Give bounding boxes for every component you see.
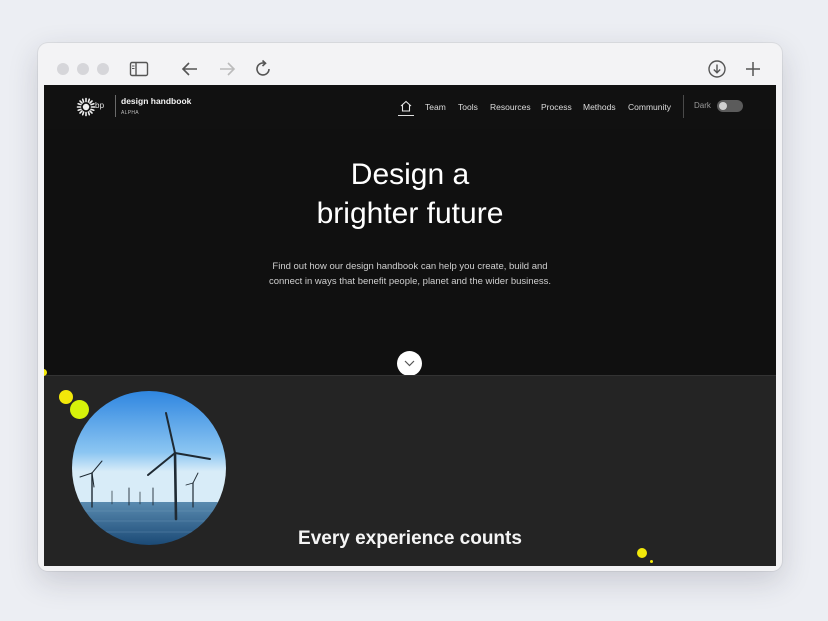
scroll-down-button[interactable] — [397, 351, 422, 376]
hero-section: Design a brighter future Find out how ou… — [44, 129, 776, 376]
wind-turbine-image — [72, 391, 226, 545]
brand-subtitle: ALPHA — [121, 110, 139, 116]
window-zoom-dot[interactable] — [97, 63, 109, 75]
new-tab-plus-icon[interactable] — [741, 57, 765, 81]
hero-title: Design a brighter future — [44, 155, 776, 233]
hero-subtitle: Find out how our design handbook can hel… — [44, 259, 776, 289]
accent-dot — [70, 400, 89, 419]
download-icon[interactable] — [705, 57, 729, 81]
hero-title-line-2: brighter future — [316, 197, 504, 230]
nav-divider — [683, 95, 684, 118]
hero-subtitle-line-2: connect in ways that benefit people, pla… — [268, 276, 552, 287]
site-header: bp design handbook ALPHA Team Tools Reso… — [44, 85, 776, 130]
dark-mode-toggle[interactable] — [717, 100, 743, 112]
brand-title[interactable]: design handbook — [121, 96, 191, 106]
nav-item-methods[interactable]: Methods — [583, 102, 616, 112]
reload-icon[interactable] — [251, 57, 275, 81]
nav-item-process[interactable]: Process — [541, 102, 572, 112]
home-active-underline — [398, 115, 414, 116]
logo-text: bp — [95, 101, 105, 110]
nav-item-community[interactable]: Community — [628, 102, 671, 112]
sidebar-icon[interactable] — [127, 57, 151, 81]
home-icon[interactable] — [399, 99, 413, 115]
page-viewport: bp design handbook ALPHA Team Tools Reso… — [44, 85, 776, 566]
nav-item-team[interactable]: Team — [425, 102, 446, 112]
hero-title-line-1: Design a — [350, 158, 470, 191]
window-close-dot[interactable] — [57, 63, 69, 75]
toggle-knob — [719, 102, 727, 110]
browser-window: bp design handbook ALPHA Team Tools Reso… — [38, 43, 782, 571]
accent-dot — [637, 548, 647, 558]
hero-subtitle-line-1: Find out how our design handbook can hel… — [272, 261, 548, 272]
brand-divider — [115, 95, 116, 117]
chevron-down-icon — [404, 360, 415, 367]
accent-dot — [650, 560, 653, 563]
back-arrow-icon[interactable] — [178, 57, 202, 81]
browser-toolbar — [38, 43, 782, 85]
window-minimize-dot[interactable] — [77, 63, 89, 75]
dark-mode-label: Dark — [694, 101, 711, 110]
nav-item-resources[interactable]: Resources — [490, 102, 531, 112]
section-title: Every experience counts — [298, 528, 522, 549]
accent-dot — [59, 390, 73, 404]
nav-item-tools[interactable]: Tools — [458, 102, 478, 112]
forward-arrow-icon[interactable] — [215, 57, 239, 81]
experience-section: Every experience counts — [44, 375, 776, 566]
